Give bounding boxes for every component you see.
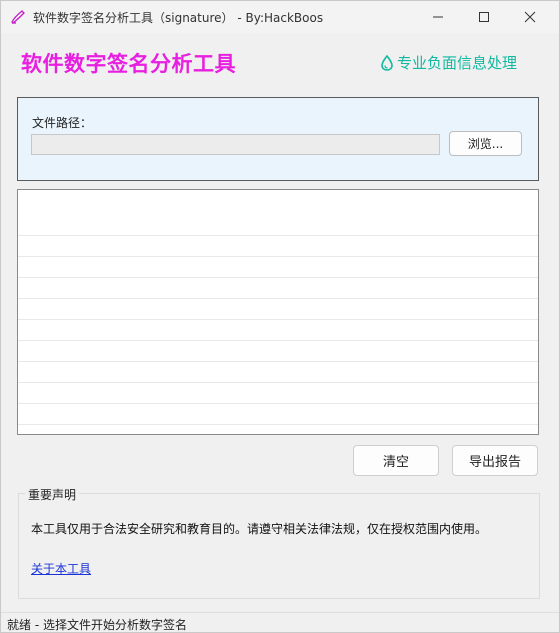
- list-row-divider: [18, 277, 538, 278]
- minimize-icon: [433, 16, 443, 18]
- title-bar[interactable]: 软件数字签名分析工具（signature） - By:HackBoos: [1, 1, 559, 33]
- tagline-text: 专业负面信息处理: [397, 54, 518, 72]
- status-bar: 就绪 - 选择文件开始分析数字签名: [1, 612, 559, 632]
- export-report-button[interactable]: 导出报告: [452, 445, 538, 476]
- notice-title: 重要声明: [25, 486, 80, 503]
- app-window: 软件数字签名分析工具（signature） - By:HackBoos 软件数字…: [0, 0, 560, 633]
- window-title: 软件数字签名分析工具（signature） - By:HackBoos: [33, 11, 324, 25]
- results-list[interactable]: [17, 189, 539, 435]
- list-row-divider: [18, 319, 538, 320]
- drop-icon: [381, 54, 393, 71]
- about-tool-link[interactable]: 关于本工具: [31, 560, 91, 577]
- notice-text: 本工具仅用于合法安全研究和教育目的。请遵守相关法律法规，仅在授权范围内使用。: [31, 522, 488, 536]
- close-icon: [524, 11, 536, 23]
- list-row-divider: [18, 424, 538, 425]
- file-path-panel: 文件路径： 浏览...: [17, 97, 539, 181]
- list-row-divider: [18, 256, 538, 257]
- list-row-divider: [18, 382, 538, 383]
- list-row-divider: [18, 340, 538, 341]
- file-path-label: 文件路径：: [32, 116, 93, 130]
- file-path-input[interactable]: [31, 134, 440, 155]
- maximize-button[interactable]: [461, 1, 507, 33]
- status-text: 就绪 - 选择文件开始分析数字签名: [7, 618, 187, 632]
- minimize-button[interactable]: [415, 1, 461, 33]
- list-row-divider: [18, 235, 538, 236]
- maximize-icon: [479, 12, 489, 22]
- list-row-divider: [18, 361, 538, 362]
- list-row-divider: [18, 298, 538, 299]
- close-button[interactable]: [507, 1, 553, 33]
- signature-pen-icon: [11, 10, 25, 24]
- notice-group: [18, 493, 540, 599]
- list-row-divider: [18, 403, 538, 404]
- tagline: 专业负面信息处理: [380, 52, 517, 73]
- page-title: 软件数字签名分析工具: [21, 52, 236, 76]
- browse-button[interactable]: 浏览...: [449, 131, 522, 156]
- clear-button[interactable]: 清空: [353, 445, 439, 476]
